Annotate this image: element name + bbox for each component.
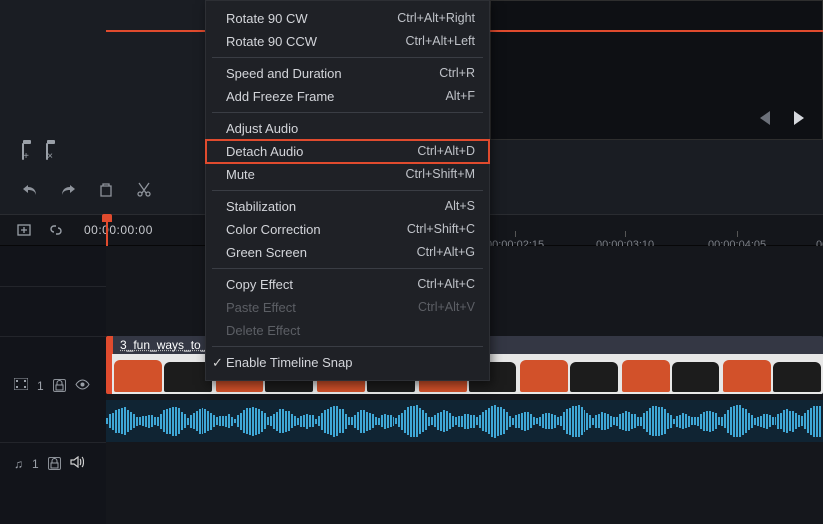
clip-context-menu: Rotate 90 CWCtrl+Alt+Right Rotate 90 CCW… — [205, 0, 490, 381]
check-icon: ✓ — [212, 355, 223, 371]
toolbar — [22, 182, 152, 198]
menu-adjust-audio[interactable]: Adjust Audio — [206, 117, 489, 140]
remove-folder-button[interactable]: × — [46, 144, 48, 159]
play-icon[interactable] — [794, 111, 804, 125]
menu-color-correction[interactable]: Color CorrectionCtrl+Shift+C — [206, 218, 489, 241]
eye-icon[interactable] — [75, 379, 90, 393]
lock-icon[interactable] — [53, 379, 66, 392]
menu-enable-timeline-snap[interactable]: ✓ Enable Timeline Snap — [206, 351, 489, 374]
menu-detach-audio[interactable]: Detach AudioCtrl+Alt+D — [206, 140, 489, 163]
menu-green-screen[interactable]: Green ScreenCtrl+Alt+G — [206, 241, 489, 264]
menu-delete-effect: Delete Effect — [206, 319, 489, 342]
audio-track-header[interactable]: ♫ 1 — [14, 456, 84, 471]
video-track-icon — [14, 378, 28, 393]
menu-copy-effect[interactable]: Copy EffectCtrl+Alt+C — [206, 273, 489, 296]
audio-track-label: 1 — [32, 457, 39, 471]
lock-icon[interactable] — [48, 457, 61, 470]
delete-button[interactable] — [98, 182, 114, 198]
audio-clip[interactable] — [106, 400, 823, 442]
menu-rotate-cw[interactable]: Rotate 90 CWCtrl+Alt+Right — [206, 7, 489, 30]
menu-mute[interactable]: MuteCtrl+Shift+M — [206, 163, 489, 186]
undo-button[interactable] — [22, 182, 38, 198]
menu-paste-effect: Paste EffectCtrl+Alt+V — [206, 296, 489, 319]
speaker-icon[interactable] — [70, 456, 84, 471]
video-track-label: 1 — [37, 379, 44, 393]
music-note-icon: ♫ — [14, 457, 23, 471]
video-track-header[interactable]: 1 — [14, 378, 90, 393]
add-marker-button[interactable] — [16, 222, 32, 238]
preview-panel — [490, 0, 823, 140]
redo-button[interactable] — [60, 182, 76, 198]
menu-add-freeze-frame[interactable]: Add Freeze FrameAlt+F — [206, 85, 489, 108]
add-folder-button[interactable]: + — [22, 144, 24, 159]
menu-speed-duration[interactable]: Speed and DurationCtrl+R — [206, 62, 489, 85]
prev-frame-icon[interactable] — [760, 111, 770, 125]
menu-rotate-ccw[interactable]: Rotate 90 CCWCtrl+Alt+Left — [206, 30, 489, 53]
link-button[interactable] — [48, 222, 64, 238]
track-gutter: 1 ♫ 1 — [0, 246, 106, 524]
menu-stabilization[interactable]: StabilizationAlt+S — [206, 195, 489, 218]
cut-button[interactable] — [136, 182, 152, 198]
